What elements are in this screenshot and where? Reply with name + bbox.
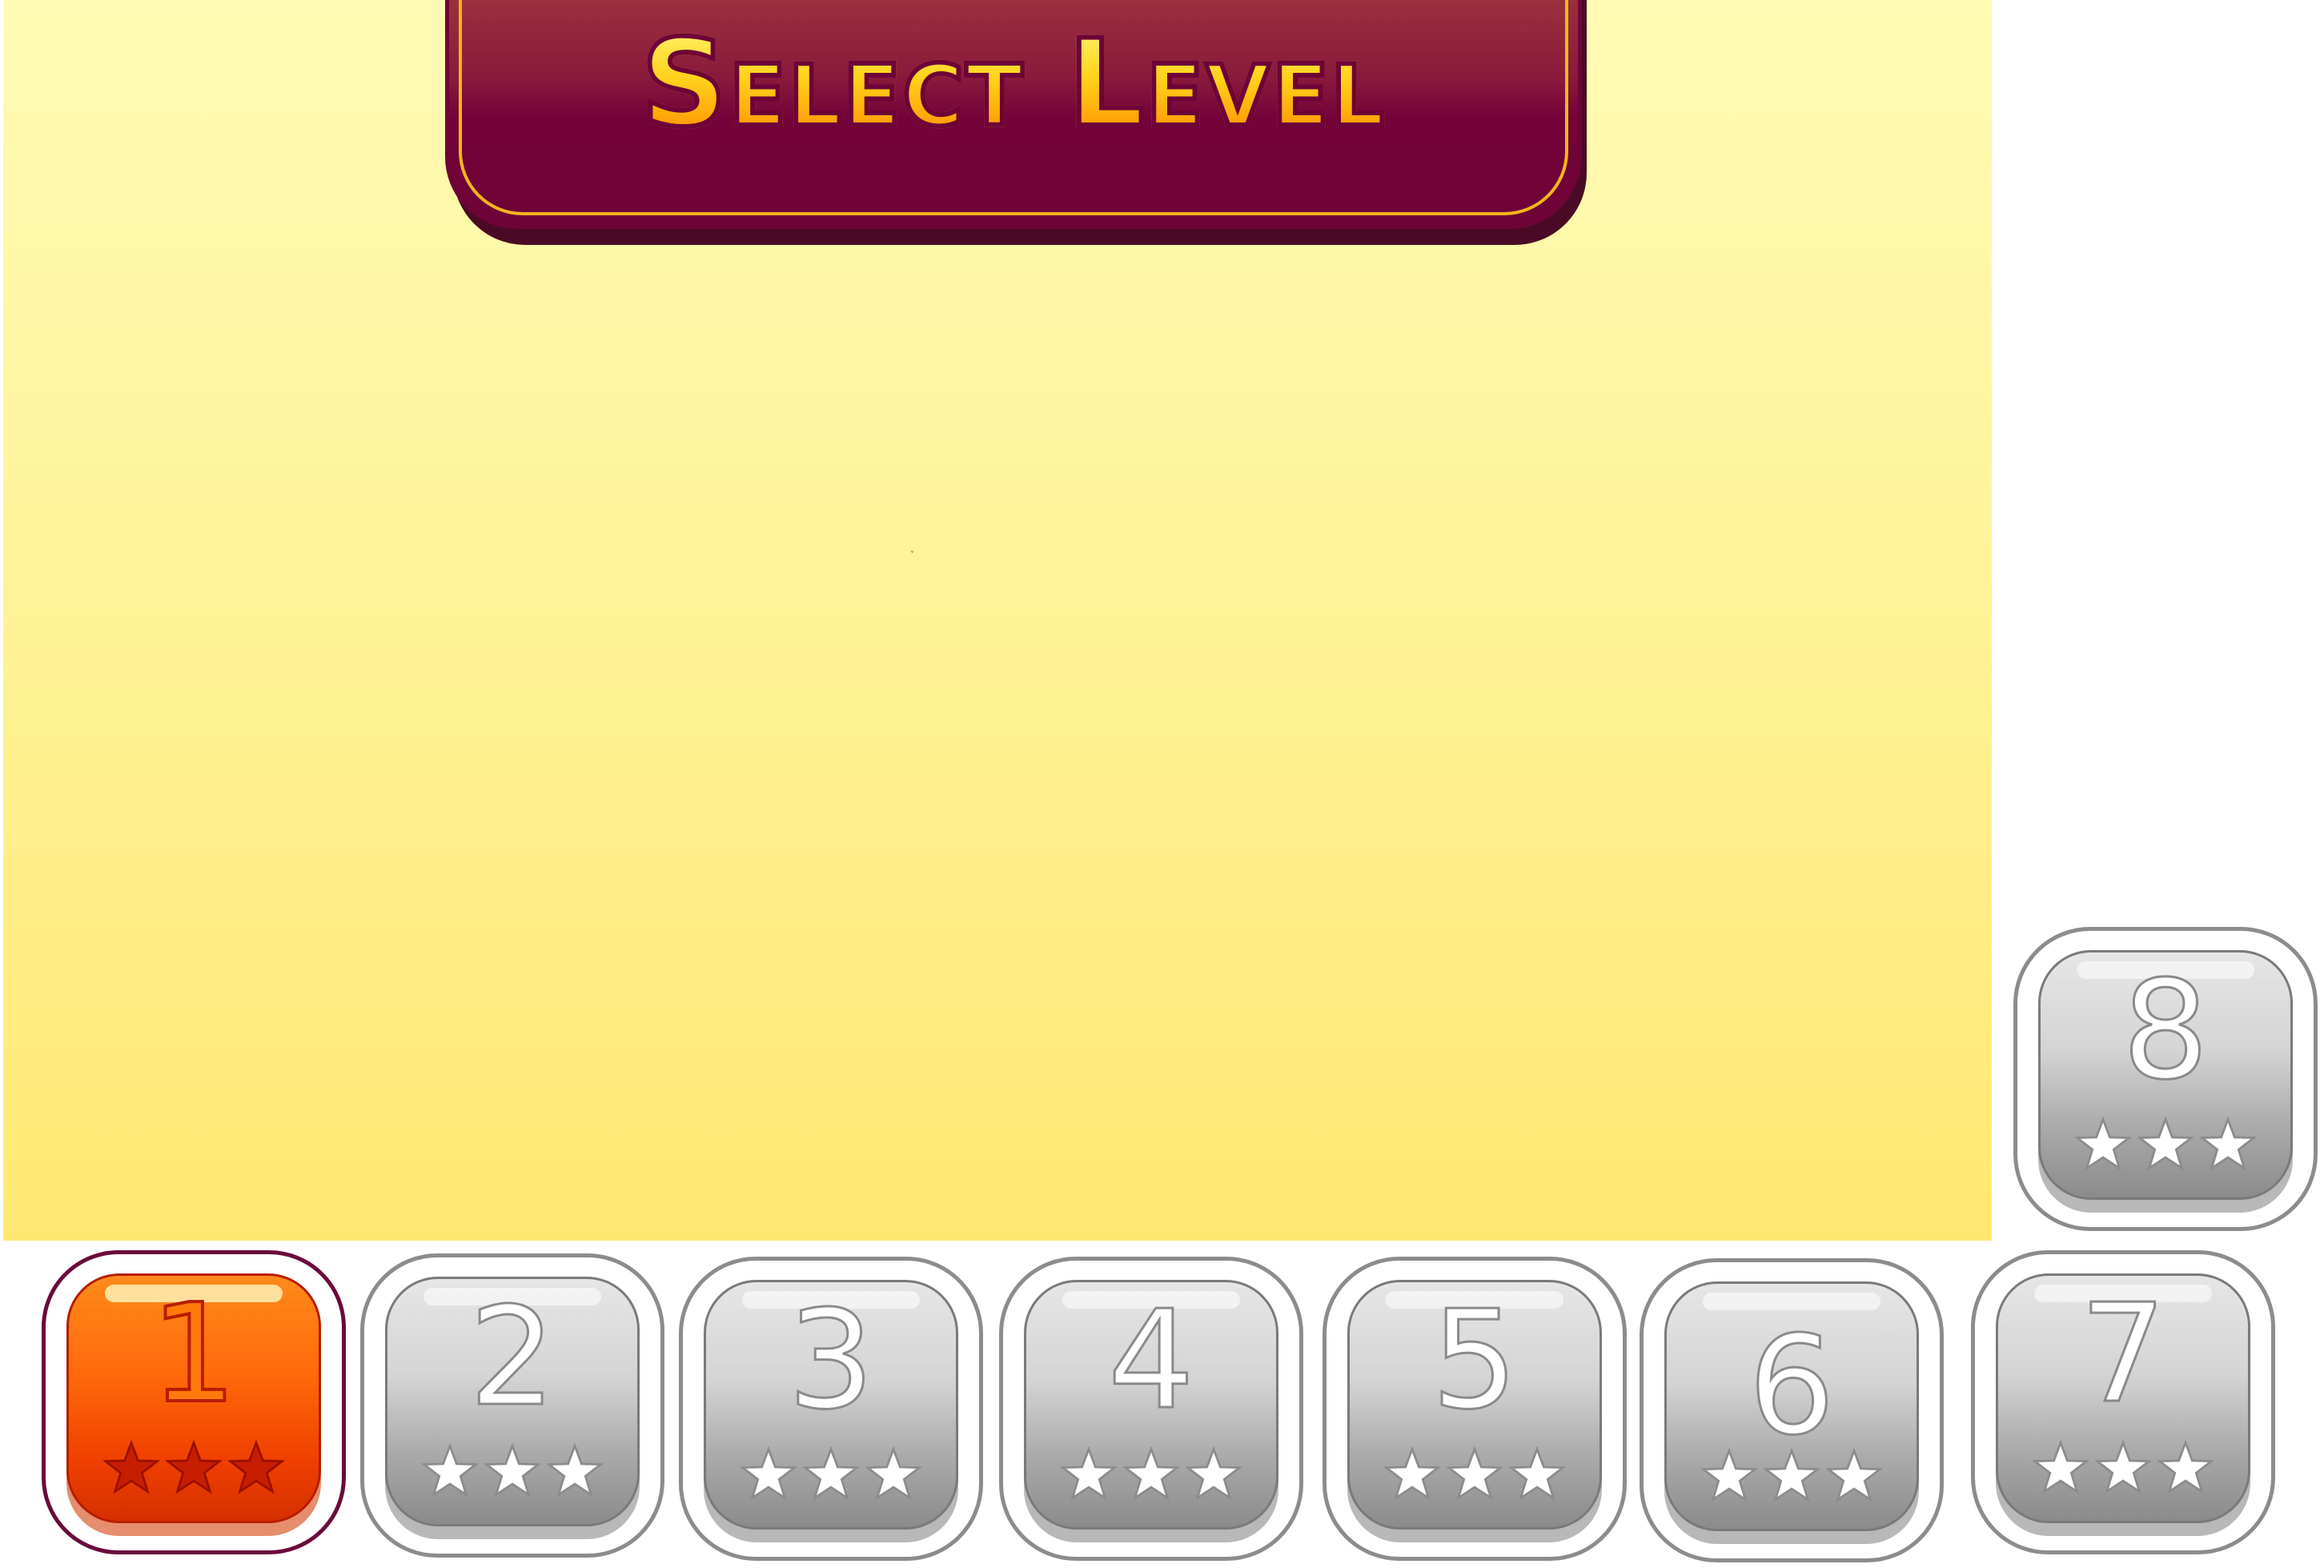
level-number: 6 [1747, 1307, 1836, 1466]
star-icon [2075, 1117, 2131, 1171]
star-icon [422, 1443, 478, 1498]
level-2-button[interactable]: 2 [360, 1253, 664, 1558]
star-rating [1003, 1446, 1299, 1502]
level-4-button[interactable]: 4 [999, 1257, 1303, 1561]
star-icon [1447, 1446, 1503, 1501]
level-6-button[interactable]: 6 [1640, 1258, 1944, 1562]
star-icon [2095, 1440, 2151, 1494]
star-icon [166, 1440, 222, 1494]
star-rating [1975, 1440, 2271, 1496]
star-icon [547, 1443, 603, 1498]
star-icon [2157, 1440, 2214, 1494]
star-icon [484, 1443, 540, 1498]
star-icon [741, 1446, 797, 1501]
star-icon [103, 1440, 159, 1494]
level-number: 7 [2078, 1275, 2167, 1434]
level-number: 5 [1430, 1281, 1519, 1440]
level-number: 1 [149, 1275, 239, 1434]
level-7-button[interactable]: 7 [1971, 1250, 2275, 1554]
level-number: 4 [1106, 1281, 1195, 1440]
star-icon [228, 1440, 284, 1494]
star-rating [1327, 1446, 1623, 1502]
star-rating [683, 1446, 979, 1502]
title-banner: Select Level [445, 0, 1587, 245]
star-icon [1764, 1448, 1820, 1502]
level-8-button[interactable]: 8 [2013, 927, 2318, 1231]
star-icon [1186, 1446, 1242, 1501]
star-rating [2017, 1117, 2314, 1173]
star-icon [2137, 1117, 2194, 1171]
level-5-button[interactable]: 5 [1323, 1257, 1627, 1561]
star-icon [2200, 1117, 2256, 1171]
star-icon [1061, 1446, 1117, 1501]
level-1-button[interactable]: 1 [42, 1250, 346, 1554]
star-icon [865, 1446, 921, 1501]
level-3-button[interactable]: 3 [679, 1257, 983, 1561]
star-rating [1644, 1448, 1940, 1504]
star-rating [364, 1443, 660, 1499]
star-icon [1509, 1446, 1565, 1501]
star-icon [1826, 1448, 1882, 1502]
star-icon [1701, 1448, 1757, 1502]
page-title: Select Level [445, 22, 1582, 146]
star-icon [1384, 1446, 1440, 1501]
star-icon [1123, 1446, 1179, 1501]
level-number: 2 [468, 1278, 556, 1437]
level-number: 3 [786, 1281, 875, 1440]
stray-mark: ˅ [910, 551, 914, 559]
level-number: 8 [2121, 952, 2210, 1110]
star-icon [803, 1446, 859, 1501]
star-rating [46, 1440, 342, 1496]
star-icon [2033, 1440, 2089, 1494]
level-select-screen: ˅ Select Level 1 2 3 4 5 6 7 8 [0, 0, 2324, 1568]
